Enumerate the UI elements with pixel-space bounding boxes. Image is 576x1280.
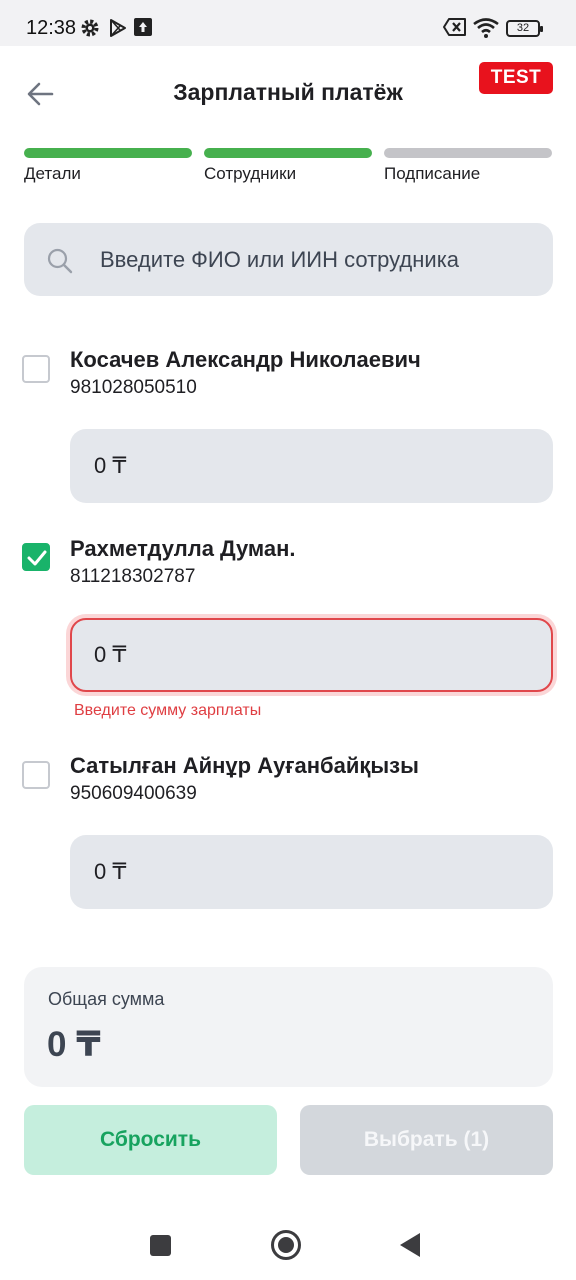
status-time: 12:38: [26, 17, 77, 39]
total-sum-card: Общая сумма 0 ₸: [24, 967, 553, 1087]
wifi-icon: [473, 18, 499, 43]
employee-iin: 950609400639: [70, 783, 197, 804]
salary-amount-value: 0 ₸: [94, 642, 127, 667]
step-label: Сотрудники: [204, 164, 297, 183]
salary-amount-input[interactable]: 0 ₸: [70, 618, 553, 692]
step-details: Детали: [24, 148, 192, 184]
sim-error-icon: [443, 18, 467, 41]
home-icon[interactable]: [271, 1230, 301, 1260]
upload-icon: [134, 18, 152, 41]
battery-icon: 32: [506, 20, 543, 37]
employee-checkbox[interactable]: [22, 761, 50, 789]
total-sum-label: Общая сумма: [48, 989, 165, 1009]
checkmark-icon: [27, 550, 47, 566]
step-progress-bar: [384, 148, 552, 158]
employee-checkbox[interactable]: [22, 355, 50, 383]
recents-icon[interactable]: [150, 1235, 171, 1256]
employee-name: Сатылған Айнұр Ауғанбайқызы: [70, 753, 419, 778]
play-store-icon: [108, 18, 128, 43]
error-message: Введите сумму зарплаты: [74, 702, 262, 719]
step-employees: Сотрудники: [204, 148, 372, 184]
search-icon: [46, 247, 74, 280]
step-signing: Подписание: [384, 148, 552, 184]
employee-iin: 981028050510: [70, 377, 197, 398]
back-icon[interactable]: [400, 1233, 420, 1257]
step-progress-bar: [24, 148, 192, 158]
employee-name: Косачев Александр Николаевич: [70, 347, 421, 372]
test-badge: TEST: [479, 62, 553, 94]
system-nav-bar: [0, 1210, 576, 1280]
total-sum-value: 0 ₸: [47, 1025, 101, 1064]
salary-amount-value: 0 ₸: [94, 859, 127, 884]
search-box[interactable]: [24, 223, 553, 296]
step-label: Детали: [24, 164, 81, 183]
employee-iin: 811218302787: [70, 566, 196, 587]
salary-amount-value: 0 ₸: [94, 453, 127, 478]
gear-icon: [80, 18, 100, 43]
search-input[interactable]: [100, 223, 540, 296]
salary-amount-input[interactable]: 0 ₸: [70, 429, 553, 503]
step-progress-bar: [204, 148, 372, 158]
select-button[interactable]: Выбрать (1): [300, 1105, 553, 1175]
salary-amount-input[interactable]: 0 ₸: [70, 835, 553, 909]
step-label: Подписание: [384, 164, 481, 183]
reset-button[interactable]: Сбросить: [24, 1105, 277, 1175]
status-bar: 12:38 32: [0, 0, 576, 46]
employee-checkbox[interactable]: [22, 543, 50, 571]
employee-name: Рахметдулла Думан.: [70, 536, 296, 561]
